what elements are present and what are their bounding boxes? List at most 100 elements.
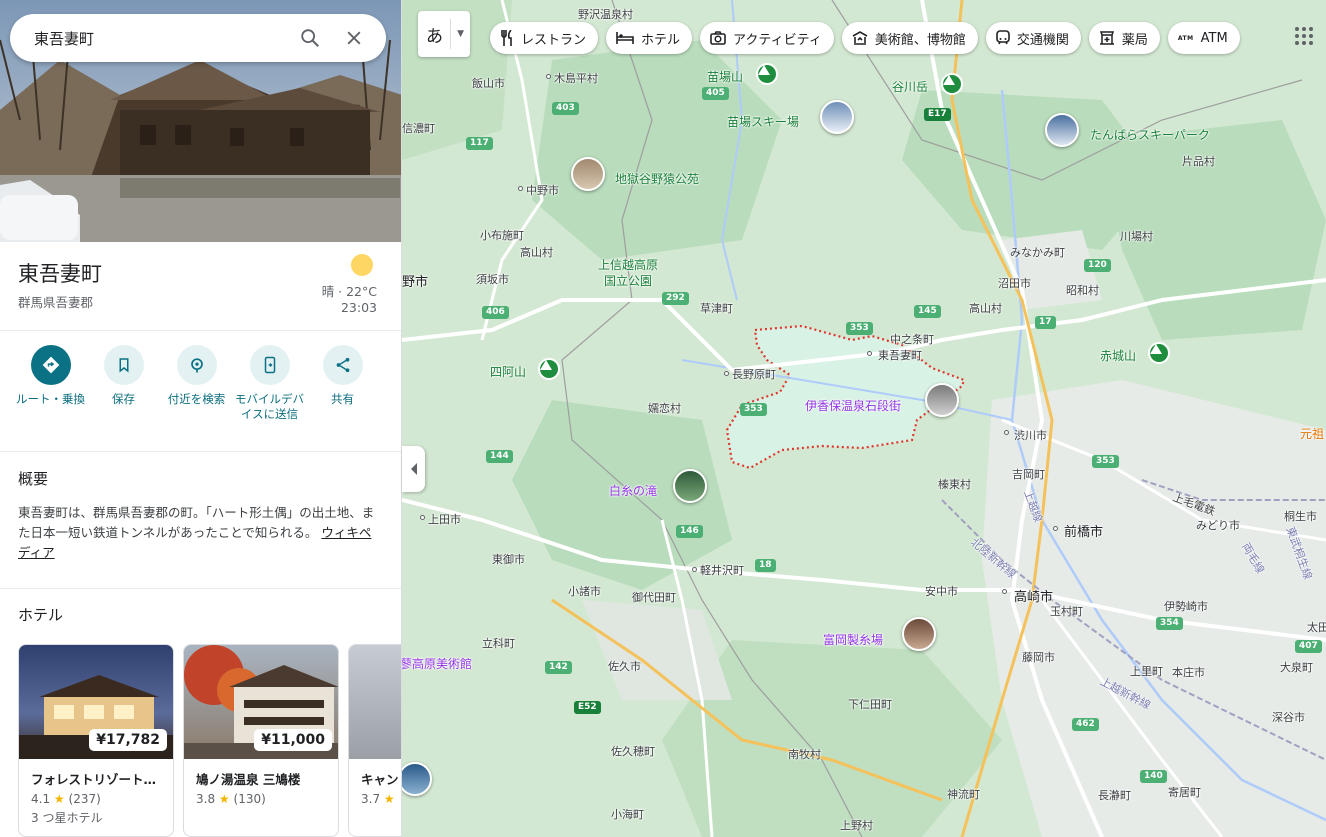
mountain-marker[interactable] <box>1148 342 1170 364</box>
map-label[interactable]: 安中市 <box>925 583 958 599</box>
chip-atm[interactable]: ATM ATM <box>1167 22 1240 54</box>
map-label[interactable]: 高崎市 <box>1014 586 1053 605</box>
photo-marker[interactable] <box>673 469 707 503</box>
map-label[interactable]: 木島平村 <box>554 70 598 86</box>
chip-transit[interactable]: 交通機関 <box>985 22 1081 54</box>
search-button[interactable] <box>292 20 328 56</box>
map-label[interactable]: 藤岡市 <box>1022 649 1055 665</box>
map-label[interactable]: 神流町 <box>947 786 980 802</box>
map-label[interactable]: 沼田市 <box>998 275 1031 291</box>
map-label[interactable]: 川場村 <box>1120 228 1153 244</box>
map-label[interactable]: 渋川市 <box>1014 427 1047 443</box>
map-label[interactable]: 伊香保温泉石段街 <box>805 397 901 414</box>
map-label[interactable]: 吉岡町 <box>1012 466 1045 482</box>
map-label[interactable]: 上信越高原 国立公園 <box>598 257 658 289</box>
chip-museums[interactable]: 美術館、博物館 <box>841 22 978 54</box>
map-label[interactable]: みどり市 <box>1196 517 1240 533</box>
map-label[interactable]: 地獄谷野猿公苑 <box>615 170 699 187</box>
map-label[interactable]: 立科町 <box>482 635 515 651</box>
map-label[interactable]: 白糸の滝 <box>609 482 657 499</box>
map-label[interactable]: 富岡製糸場 <box>823 631 883 648</box>
directions-button[interactable]: ルート・乗換 <box>14 345 87 422</box>
search-input[interactable] <box>34 29 284 47</box>
map-label[interactable]: 上田市 <box>428 511 461 527</box>
photo-marker[interactable] <box>1045 113 1079 147</box>
chip-activities[interactable]: アクティビティ <box>700 22 834 54</box>
map-label[interactable]: 南牧村 <box>788 746 821 762</box>
map-label[interactable]: 嬬恋村 <box>648 400 681 416</box>
map-label[interactable]: 小海町 <box>611 806 644 822</box>
map-label[interactable]: 長瀞町 <box>1098 787 1131 803</box>
mountain-marker[interactable] <box>941 73 963 95</box>
map-label[interactable]: 桐生市 <box>1284 508 1317 524</box>
map-label[interactable]: 赤城山 <box>1100 347 1136 364</box>
map-label[interactable]: 上野村 <box>840 817 873 833</box>
map-label[interactable]: 下仁田町 <box>848 696 892 712</box>
map-label[interactable]: 中野市 <box>526 182 559 198</box>
chip-label: 薬局 <box>1121 32 1148 48</box>
map-label[interactable]: 榛東村 <box>938 476 971 492</box>
send-to-phone-button[interactable]: モバイルデバイスに送信 <box>233 345 306 422</box>
map-label[interactable]: 元祖 <box>1300 425 1324 442</box>
chip-restaurant[interactable]: レストラン <box>490 22 599 54</box>
share-button[interactable]: 共有 <box>306 345 379 422</box>
map-label[interactable]: 野沢温泉村 <box>578 6 633 22</box>
hotel-card[interactable]: ¥11,000 鳩ノ湯温泉 三鳩楼 3.8 ★ (130) <box>183 644 339 837</box>
nearby-button[interactable]: 付近を検索 <box>160 345 233 422</box>
map-label[interactable]: 上里町 <box>1130 663 1163 679</box>
map-label[interactable]: みなかみ町 <box>1010 244 1065 260</box>
map-label[interactable]: 軽井沢町 <box>700 562 744 578</box>
map-label[interactable]: 太田 <box>1307 619 1326 635</box>
star-icon: ★ <box>218 792 230 806</box>
photo-marker[interactable] <box>902 617 936 651</box>
map-label[interactable]: 昭和村 <box>1066 282 1099 298</box>
map-label[interactable]: 東御市 <box>492 551 525 567</box>
mountain-marker[interactable] <box>538 358 560 380</box>
map-label[interactable]: 谷川岳 <box>892 78 928 95</box>
hotel-card[interactable]: キャン 3.7 ★ <box>348 644 401 837</box>
map-label[interactable]: たんばらスキーパーク <box>1090 126 1210 143</box>
map-label[interactable]: 寄居町 <box>1168 784 1201 800</box>
map-label[interactable]: 前橋市 <box>1064 521 1103 540</box>
map-label[interactable]: 小諸市 <box>568 583 601 599</box>
chip-hotel[interactable]: ホテル <box>606 22 693 54</box>
map-label[interactable]: 長野原町 <box>732 366 776 382</box>
map-label[interactable]: 東吾妻町 <box>878 347 922 363</box>
photo-marker[interactable] <box>925 383 959 417</box>
hotel-card[interactable]: ¥17,782 フォレストリゾート… 4.1 ★ (237) 3 つ星ホテル <box>18 644 174 837</box>
save-button[interactable]: 保存 <box>87 345 160 422</box>
clear-search-button[interactable] <box>336 20 372 56</box>
collapse-panel-button[interactable] <box>402 446 425 492</box>
map-label[interactable]: 飯山市 <box>472 75 505 91</box>
mountain-marker[interactable] <box>756 63 778 85</box>
map-label[interactable]: 苗場スキー場 <box>727 113 799 130</box>
map-label[interactable]: 蓼高原美術館 <box>402 655 472 672</box>
route-shield: 142 <box>545 661 572 674</box>
map-label[interactable]: 片品村 <box>1182 153 1215 169</box>
language-button[interactable]: あ ▼ <box>418 11 470 57</box>
map-label[interactable]: 佐久市 <box>608 658 641 674</box>
map-label[interactable]: 小布施町 <box>480 227 524 243</box>
map-label[interactable]: 御代田町 <box>632 589 676 605</box>
map-label[interactable]: 大泉町 <box>1280 659 1313 675</box>
map-canvas[interactable]: 403 405 117 292 406 145 353 17 120 144 1… <box>402 0 1326 837</box>
map-label[interactable]: 佐久穂町 <box>611 743 655 759</box>
map-label[interactable]: 高山村 <box>520 244 553 260</box>
map-label[interactable]: 高山村 <box>969 300 1002 316</box>
map-label[interactable]: 玉村町 <box>1050 603 1083 619</box>
map-label[interactable]: 伊勢崎市 <box>1164 598 1208 614</box>
map-label[interactable]: 野市 <box>402 271 428 290</box>
photo-marker[interactable] <box>820 100 854 134</box>
apps-button[interactable] <box>1292 24 1316 48</box>
map-label[interactable]: 草津町 <box>700 300 733 316</box>
map-label[interactable]: 苗場山 <box>707 68 743 85</box>
map-label[interactable]: 中之条町 <box>890 331 934 347</box>
map-label[interactable]: 信濃町 <box>402 120 435 136</box>
map-label[interactable]: 本庄市 <box>1172 664 1205 680</box>
pharmacy-icon <box>1099 31 1114 45</box>
map-label[interactable]: 深谷市 <box>1272 709 1305 725</box>
chip-pharmacy[interactable]: 薬局 <box>1088 22 1160 54</box>
map-label[interactable]: 四阿山 <box>490 363 526 380</box>
map-label[interactable]: 須坂市 <box>476 271 509 287</box>
photo-marker[interactable] <box>571 157 605 191</box>
